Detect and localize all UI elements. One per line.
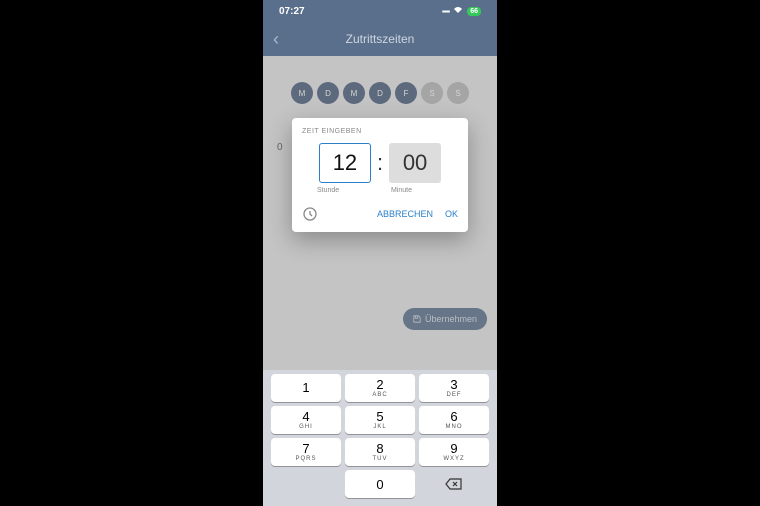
hour-label: Stunde bbox=[317, 187, 369, 194]
content-area: M D M D F S S 0 Übernehmen ZEIT EINGEBEN… bbox=[263, 56, 497, 506]
key-9[interactable]: 9WXYZ bbox=[419, 438, 489, 466]
key-3[interactable]: 3DEF bbox=[419, 374, 489, 402]
minute-input[interactable]: 00 bbox=[389, 143, 441, 183]
cancel-button[interactable]: ABBRECHEN bbox=[377, 209, 433, 219]
nav-header: ‹ Zutrittszeiten bbox=[263, 22, 497, 56]
dialog-title: ZEIT EINGEBEN bbox=[302, 128, 458, 135]
key-1[interactable]: 1 bbox=[271, 374, 341, 402]
dialog-actions: ABBRECHEN OK bbox=[302, 206, 458, 222]
numeric-keypad: 1 2ABC 3DEF 4GHI 5JKL 6MNO 7PQRS 8TUV 9W… bbox=[263, 370, 497, 506]
key-backspace[interactable] bbox=[419, 470, 489, 498]
backspace-icon bbox=[445, 477, 463, 491]
key-5[interactable]: 5JKL bbox=[345, 406, 415, 434]
key-blank bbox=[271, 470, 341, 498]
minute-label: Minute bbox=[391, 187, 443, 194]
status-right: ▪▪▪▪ 66 bbox=[442, 6, 481, 16]
time-colon: : bbox=[377, 150, 383, 176]
page-title: Zutrittszeiten bbox=[263, 32, 497, 46]
signal-icon: ▪▪▪▪ bbox=[442, 7, 449, 16]
time-dialog: ZEIT EINGEBEN 12 : 00 Stunde Minute ABBR… bbox=[292, 118, 468, 232]
key-0[interactable]: 0 bbox=[345, 470, 415, 498]
back-icon[interactable]: ‹ bbox=[273, 29, 279, 50]
key-6[interactable]: 6MNO bbox=[419, 406, 489, 434]
ok-button[interactable]: OK bbox=[445, 209, 458, 219]
status-time: 07:27 bbox=[279, 6, 305, 17]
key-7[interactable]: 7PQRS bbox=[271, 438, 341, 466]
status-bar: 07:27 ▪▪▪▪ 66 bbox=[263, 0, 497, 22]
battery-icon: 66 bbox=[467, 7, 481, 16]
time-labels: Stunde Minute bbox=[302, 187, 458, 194]
hour-input[interactable]: 12 bbox=[319, 143, 371, 183]
key-2[interactable]: 2ABC bbox=[345, 374, 415, 402]
time-inputs: 12 : 00 bbox=[302, 143, 458, 183]
wifi-icon bbox=[453, 6, 463, 16]
key-8[interactable]: 8TUV bbox=[345, 438, 415, 466]
phone-frame: 07:27 ▪▪▪▪ 66 ‹ Zutrittszeiten M D M D F… bbox=[263, 0, 497, 506]
key-4[interactable]: 4GHI bbox=[271, 406, 341, 434]
clock-icon[interactable] bbox=[302, 206, 318, 222]
